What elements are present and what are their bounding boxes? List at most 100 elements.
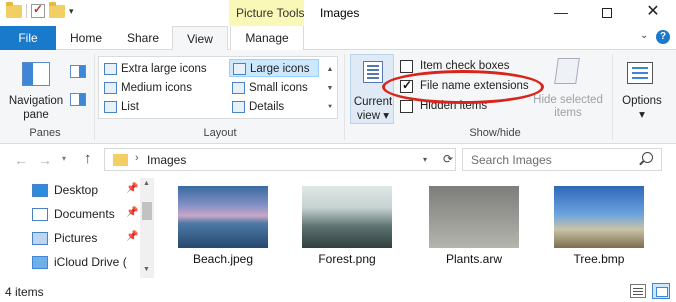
group-divider: [612, 54, 613, 140]
tab-view[interactable]: View: [172, 26, 228, 51]
hidden-items-checkbox[interactable]: [400, 99, 413, 113]
details-option[interactable]: Details: [229, 98, 319, 116]
extra-large-icons-icon: [104, 63, 117, 75]
details-pane-icon[interactable]: [70, 93, 86, 106]
recent-locations-button[interactable]: ▾: [62, 154, 66, 163]
folder-icon: [113, 154, 128, 166]
ribbon-tabs: File Home Share View Manage: [0, 26, 676, 51]
layout-group-label: Layout: [203, 127, 237, 139]
file-item[interactable]: Tree.bmp: [554, 186, 644, 276]
plants-thumbnail: [429, 186, 519, 248]
qat-separator: [26, 4, 27, 18]
scroll-up-icon[interactable]: ▲: [143, 180, 150, 187]
hide-selected-icon: [554, 58, 580, 84]
picture-tools-label: Picture Tools: [236, 6, 305, 20]
ribbon: Navigation pane Panes Extra large icons …: [0, 50, 676, 144]
nav-item-label: Desktop: [54, 183, 99, 197]
address-dropdown-icon[interactable]: ▾: [423, 155, 427, 164]
forward-button[interactable]: →: [38, 152, 52, 168]
beach-thumbnail: [178, 186, 268, 248]
tab-file[interactable]: File: [0, 26, 56, 50]
tab-share[interactable]: Share: [116, 26, 170, 50]
file-item[interactable]: Beach.jpeg: [178, 186, 268, 276]
up-button[interactable]: ↑: [84, 150, 92, 167]
navigation-pane: Desktop 📌 Documents 📌 Pictures 📌 iCloud …: [0, 178, 154, 278]
window-title: Images: [320, 6, 360, 20]
file-item[interactable]: Forest.png: [302, 186, 392, 276]
icloud-icon: [32, 255, 48, 269]
nav-pane-scrollbar[interactable]: ▲ ▼: [140, 178, 154, 278]
tab-home[interactable]: Home: [58, 26, 114, 50]
search-icon: [642, 152, 653, 163]
new-folder-icon[interactable]: [49, 1, 65, 18]
current-view-label: Current view ▾: [353, 96, 393, 122]
search-placeholder: Search Images: [471, 153, 552, 167]
title-bar: ▾ Picture Tools Images — ✕: [0, 0, 676, 26]
nav-item-icloud-drive[interactable]: iCloud Drive (: [32, 251, 142, 273]
list-icon: [104, 101, 117, 113]
customize-qat-icon[interactable]: ▾: [69, 6, 74, 17]
scroll-down-icon[interactable]: ▼: [143, 266, 150, 273]
details-label: Details: [249, 101, 285, 113]
back-button[interactable]: ←: [14, 152, 28, 168]
documents-icon: [32, 207, 48, 221]
small-icons-icon: [232, 82, 245, 94]
pin-icon[interactable]: 📌: [126, 207, 138, 218]
medium-icons-option[interactable]: Medium icons: [101, 79, 221, 97]
item-check-boxes-checkbox[interactable]: [400, 59, 413, 73]
pin-icon[interactable]: 📌: [126, 231, 138, 242]
properties-icon[interactable]: [31, 2, 45, 18]
large-icons-label: Large icons: [250, 63, 310, 75]
navigation-pane-button[interactable]: Navigation pane: [6, 94, 66, 122]
quick-access-toolbar: ▾: [6, 1, 74, 18]
maximize-icon: [602, 8, 612, 19]
layout-gallery-scroll[interactable]: ▲ ▼ ⯆: [325, 60, 335, 117]
navigation-pane-icon[interactable]: [22, 62, 50, 86]
status-bar: 4 items: [0, 280, 676, 302]
file-item[interactable]: Plants.arw: [429, 186, 519, 276]
highlight-annotation: [382, 70, 544, 104]
layout-gallery: Extra large icons Large icons Medium ico…: [98, 56, 338, 119]
item-count: 4 items: [5, 285, 44, 299]
ribbon-collapse-icon[interactable]: ⌄: [640, 30, 648, 41]
large-icons-option[interactable]: Large icons: [229, 59, 319, 77]
pictures-icon: [32, 231, 48, 245]
close-button[interactable]: ✕: [630, 0, 676, 26]
options-icon[interactable]: [627, 62, 653, 84]
help-icon[interactable]: ?: [656, 30, 670, 44]
extra-large-icons-option[interactable]: Extra large icons: [101, 60, 221, 78]
forest-thumbnail: [302, 186, 392, 248]
nav-item-label: Documents: [54, 207, 115, 221]
options-button[interactable]: Options ▾: [614, 94, 670, 122]
breadcrumb-images[interactable]: Images: [147, 153, 186, 167]
hide-selected-items-button[interactable]: Hide selected items: [530, 94, 606, 120]
show-hide-group-label: Show/hide: [469, 127, 521, 139]
file-name: Plants.arw: [445, 252, 503, 266]
small-icons-option[interactable]: Small icons: [229, 79, 319, 97]
refresh-icon[interactable]: ⟳: [443, 152, 453, 166]
group-divider: [344, 54, 345, 140]
address-bar-row: ← → ▾ ↑ › Images ▾ ⟳ Search Images: [0, 145, 676, 175]
nav-item-label: iCloud Drive (: [54, 255, 127, 269]
maximize-button[interactable]: [584, 0, 630, 26]
group-divider: [94, 54, 95, 140]
address-bar[interactable]: › Images ▾ ⟳: [104, 148, 456, 171]
large-icons-view-button[interactable]: [652, 283, 670, 299]
details-view-button[interactable]: [630, 284, 646, 298]
minimize-button[interactable]: —: [538, 0, 584, 26]
list-option[interactable]: List: [101, 98, 221, 116]
small-icons-label: Small icons: [249, 82, 308, 94]
tab-manage[interactable]: Manage: [230, 26, 304, 50]
panes-group-label: Panes: [29, 127, 61, 139]
scroll-thumb[interactable]: [142, 202, 152, 220]
preview-pane-icon[interactable]: [70, 65, 86, 78]
large-icons-icon: [233, 63, 246, 75]
search-input[interactable]: Search Images: [462, 148, 662, 171]
extra-large-icons-label: Extra large icons: [121, 63, 207, 75]
desktop-icon: [32, 183, 48, 197]
pin-icon[interactable]: 📌: [126, 183, 138, 194]
nav-item-label: Pictures: [54, 231, 98, 245]
medium-icons-label: Medium icons: [121, 82, 192, 94]
list-label: List: [121, 101, 139, 113]
breadcrumb-chevron-icon[interactable]: ›: [135, 152, 139, 164]
